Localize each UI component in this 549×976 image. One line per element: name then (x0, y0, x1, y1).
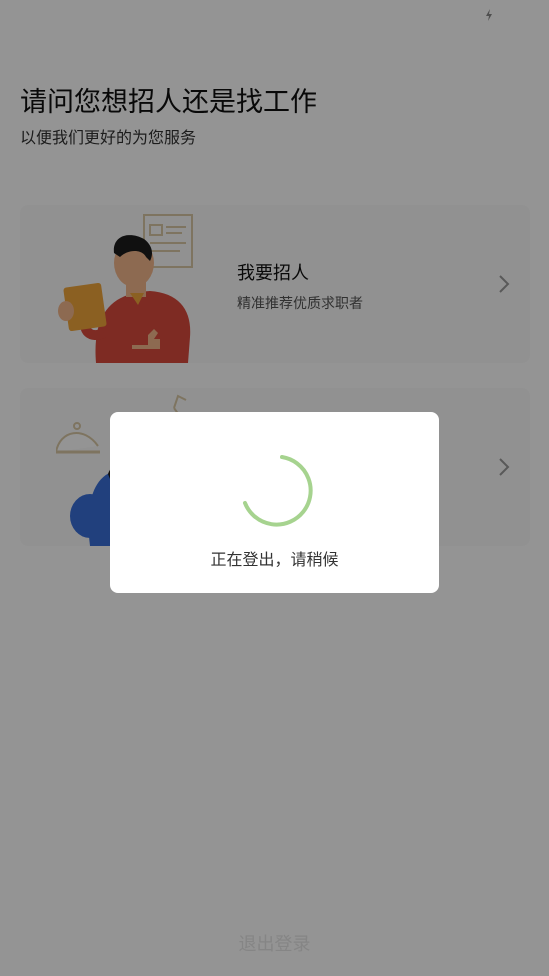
loading-spinner-icon (243, 455, 313, 527)
loading-dialog: 正在登出，请稍候 (110, 412, 439, 593)
loading-message: 正在登出，请稍候 (210, 550, 339, 569)
